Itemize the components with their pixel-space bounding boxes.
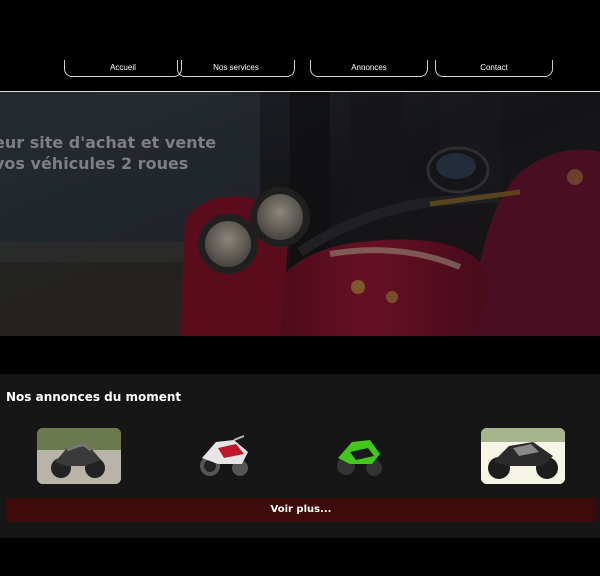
nav-services-button[interactable]: Nos services bbox=[177, 60, 295, 77]
top-navigation: Accueil Nos services Annonces Contact bbox=[0, 0, 600, 92]
hero-motorcycle-image bbox=[0, 92, 600, 336]
motorcycle-red-white-sport-image bbox=[200, 435, 248, 476]
see-more-button[interactable]: Voir plus... bbox=[6, 498, 596, 522]
motorcycle-green-kawasaki-image bbox=[337, 440, 382, 476]
nav-annonces-button[interactable]: Annonces bbox=[310, 60, 428, 77]
listing-thumb-2[interactable] bbox=[182, 428, 266, 484]
listings-title: Nos annonces du moment bbox=[6, 390, 182, 404]
hero-title: eur site d'achat et vente vos véhicules … bbox=[0, 132, 216, 174]
listing-thumb-3[interactable] bbox=[316, 428, 400, 484]
hero-title-line1: eur site d'achat et vente bbox=[0, 133, 217, 152]
listings-section: Nos annonces du moment Voir plus... bbox=[0, 374, 600, 538]
hero-title-line2: vos véhicules 2 roues bbox=[0, 154, 189, 173]
hero-banner: eur site d'achat et vente vos véhicules … bbox=[0, 92, 600, 336]
motorcycle-black-yamaha-image bbox=[481, 428, 565, 484]
motorcycle-black-gravel-image bbox=[37, 428, 121, 484]
listing-thumb-4[interactable] bbox=[481, 428, 565, 484]
nav-accueil-button[interactable]: Accueil bbox=[64, 60, 182, 77]
footer bbox=[0, 538, 600, 576]
listing-thumb-1[interactable] bbox=[37, 428, 121, 484]
section-spacer bbox=[0, 336, 600, 374]
nav-contact-button[interactable]: Contact bbox=[435, 60, 553, 77]
